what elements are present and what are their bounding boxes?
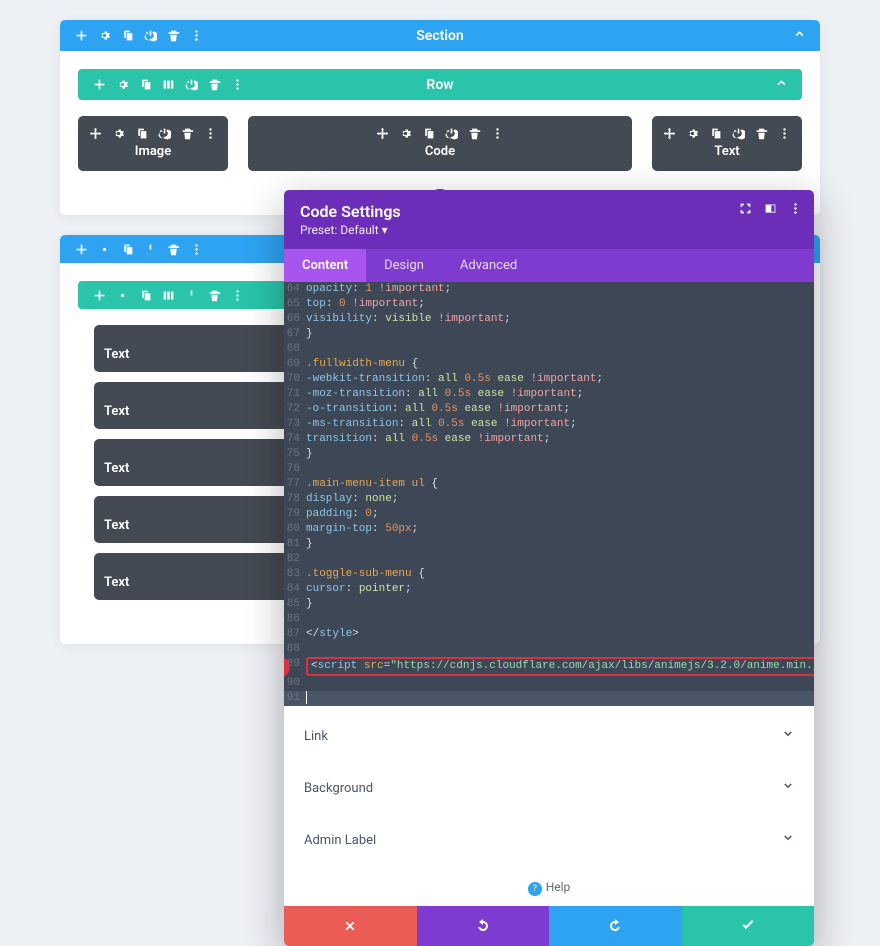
- chevron-down-icon: [782, 832, 794, 848]
- undo-button[interactable]: [417, 906, 550, 946]
- dots-icon[interactable]: [230, 288, 244, 302]
- modal-title: Code Settings: [300, 202, 798, 221]
- help-link[interactable]: ?Help: [284, 870, 814, 906]
- dots-icon[interactable]: [189, 242, 203, 256]
- tab-content[interactable]: Content: [284, 249, 366, 282]
- columns-icon[interactable]: [161, 78, 175, 92]
- dots-icon[interactable]: [778, 126, 792, 140]
- move-icon[interactable]: [89, 126, 103, 140]
- trash-icon[interactable]: [755, 126, 769, 140]
- duplicate-icon[interactable]: [138, 78, 152, 92]
- move-icon[interactable]: [663, 126, 677, 140]
- expand-icon[interactable]: [739, 202, 752, 219]
- add-icon[interactable]: [74, 29, 88, 43]
- power-icon[interactable]: [158, 126, 172, 140]
- module-text[interactable]: Text: [652, 116, 802, 171]
- chevron-down-icon: [782, 780, 794, 796]
- duplicate-icon[interactable]: [120, 242, 134, 256]
- row-bar: Row: [78, 69, 802, 100]
- power-icon[interactable]: [445, 126, 459, 140]
- dots-icon[interactable]: [204, 126, 218, 140]
- gear-icon[interactable]: [112, 126, 126, 140]
- dots-icon[interactable]: [230, 78, 244, 92]
- accordion-item[interactable]: Link: [284, 710, 814, 762]
- modal-tabs: Content Design Advanced: [284, 249, 814, 282]
- code-settings-modal: Code Settings Preset: Default ▾ Content …: [284, 190, 814, 946]
- redo-button[interactable]: [549, 906, 682, 946]
- chevron-up-icon[interactable]: [793, 27, 806, 44]
- dots-icon[interactable]: [189, 29, 203, 43]
- save-button[interactable]: [682, 906, 815, 946]
- add-icon[interactable]: [92, 288, 106, 302]
- gear-icon[interactable]: [399, 126, 413, 140]
- help-icon: ?: [528, 882, 542, 896]
- columns-icon[interactable]: [161, 288, 175, 302]
- accordion-label: Background: [304, 781, 373, 796]
- power-icon[interactable]: [184, 78, 198, 92]
- tab-design[interactable]: Design: [366, 249, 442, 282]
- modal-footer: [284, 906, 814, 946]
- gear-icon[interactable]: [97, 242, 111, 256]
- duplicate-icon[interactable]: [138, 288, 152, 302]
- power-icon[interactable]: [143, 242, 157, 256]
- trash-icon[interactable]: [181, 126, 195, 140]
- add-icon[interactable]: [74, 242, 88, 256]
- trash-icon[interactable]: [468, 126, 482, 140]
- trash-icon[interactable]: [166, 242, 180, 256]
- accordion: Link Background Admin Label: [284, 706, 814, 870]
- tab-advanced[interactable]: Advanced: [442, 249, 535, 282]
- gear-icon[interactable]: [115, 288, 129, 302]
- power-icon[interactable]: [732, 126, 746, 140]
- gear-icon[interactable]: [97, 29, 111, 43]
- accordion-item[interactable]: Admin Label: [284, 814, 814, 866]
- code-editor[interactable]: 64opacity: 1 !important;65top: 0 !import…: [284, 282, 814, 706]
- module-code[interactable]: Code: [248, 116, 632, 171]
- accordion-item[interactable]: Background: [284, 762, 814, 814]
- module-label: Code: [258, 144, 622, 159]
- move-icon[interactable]: [376, 126, 390, 140]
- module-label: Text: [662, 144, 792, 159]
- duplicate-icon[interactable]: [120, 29, 134, 43]
- duplicate-icon[interactable]: [135, 126, 149, 140]
- sidebar-icon[interactable]: [764, 202, 777, 219]
- power-icon[interactable]: [184, 288, 198, 302]
- accordion-label: Admin Label: [304, 833, 376, 848]
- duplicate-icon[interactable]: [422, 126, 436, 140]
- gear-icon[interactable]: [686, 126, 700, 140]
- modal-header[interactable]: Code Settings Preset: Default ▾: [284, 190, 814, 249]
- chevron-down-icon: [782, 728, 794, 744]
- module-label: Image: [88, 144, 218, 159]
- duplicate-icon[interactable]: [709, 126, 723, 140]
- trash-icon[interactable]: [207, 78, 221, 92]
- chevron-up-icon[interactable]: [775, 76, 788, 93]
- cancel-button[interactable]: [284, 906, 417, 946]
- section-bar: Section: [60, 20, 820, 51]
- power-icon[interactable]: [143, 29, 157, 43]
- add-icon[interactable]: [92, 78, 106, 92]
- section-1: Section Row: [60, 20, 820, 215]
- accordion-label: Link: [304, 729, 328, 744]
- dots-icon[interactable]: [491, 126, 505, 140]
- gear-icon[interactable]: [115, 78, 129, 92]
- dots-icon[interactable]: [789, 202, 802, 219]
- module-image[interactable]: Image: [78, 116, 228, 171]
- modal-preset[interactable]: Preset: Default ▾: [300, 223, 798, 237]
- trash-icon[interactable]: [207, 288, 221, 302]
- trash-icon[interactable]: [166, 29, 180, 43]
